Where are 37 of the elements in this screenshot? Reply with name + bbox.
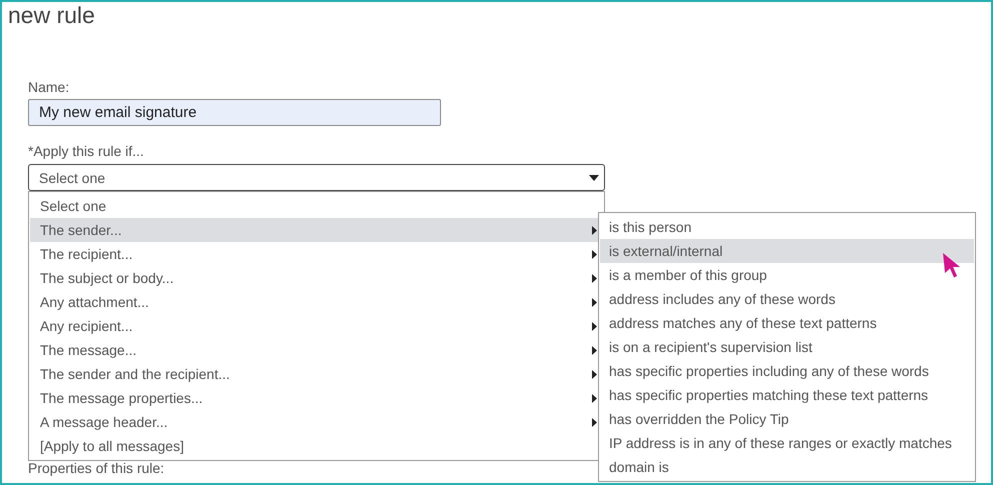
submenu-arrow-icon (592, 226, 597, 234)
name-field[interactable]: My new email signature (28, 99, 441, 126)
submenu-option[interactable]: domain is (600, 455, 974, 479)
field-label: Name: (28, 78, 70, 96)
dropdown-option[interactable]: The sender and the recipient... (30, 362, 603, 386)
submenu-arrow-icon (592, 370, 597, 378)
submenu-option[interactable]: has specific properties including any of these words (600, 359, 974, 383)
condition-dropdown[interactable]: Select one (28, 164, 605, 191)
dropdown-option[interactable]: Any attachment... (30, 290, 603, 314)
dropdown-option[interactable]: Select one (30, 194, 603, 218)
dropdown-option[interactable]: The message properties... (30, 386, 603, 410)
submenu-arrow-icon (592, 274, 597, 282)
dropdown-option[interactable]: The subject or body... (30, 266, 603, 290)
submenu-option[interactable]: is external/internal (600, 239, 974, 263)
dropdown-option[interactable]: The message... (30, 338, 603, 362)
submenu-arrow-icon (592, 346, 597, 354)
submenu-option[interactable]: IP address is in any of these ranges or exactly matches (600, 431, 974, 455)
dropdown-option[interactable]: The recipient... (30, 242, 603, 266)
submenu-option[interactable]: is on a recipient's supervision list (600, 335, 974, 359)
submenu-option[interactable]: has specific properties matching these text patterns (600, 383, 974, 407)
submenu-option[interactable]: is a member of this group (600, 263, 974, 287)
dropdown-option[interactable]: A message header... (30, 410, 603, 434)
submenu-arrow-icon (592, 250, 597, 258)
field-label: *Apply this rule if... (28, 142, 145, 160)
submenu-arrow-icon (592, 418, 597, 426)
caret-icon (589, 174, 599, 180)
cursor-icon (942, 252, 962, 278)
submenu-option[interactable]: address matches any of these text patterns (600, 311, 974, 335)
submenu-option[interactable]: has overridden the Policy Tip (600, 407, 974, 431)
submenu-option[interactable]: address includes any of these words (600, 287, 974, 311)
submenu-arrow-icon (592, 298, 597, 306)
section-label: Properties of this rule: (28, 459, 166, 477)
submenu-option[interactable]: is this person (600, 215, 974, 239)
dropdown-option[interactable]: Any recipient... (30, 314, 603, 338)
submenu-arrow-icon (592, 322, 597, 330)
page-title: new rule (7, 2, 96, 28)
submenu-arrow-icon (592, 394, 597, 402)
